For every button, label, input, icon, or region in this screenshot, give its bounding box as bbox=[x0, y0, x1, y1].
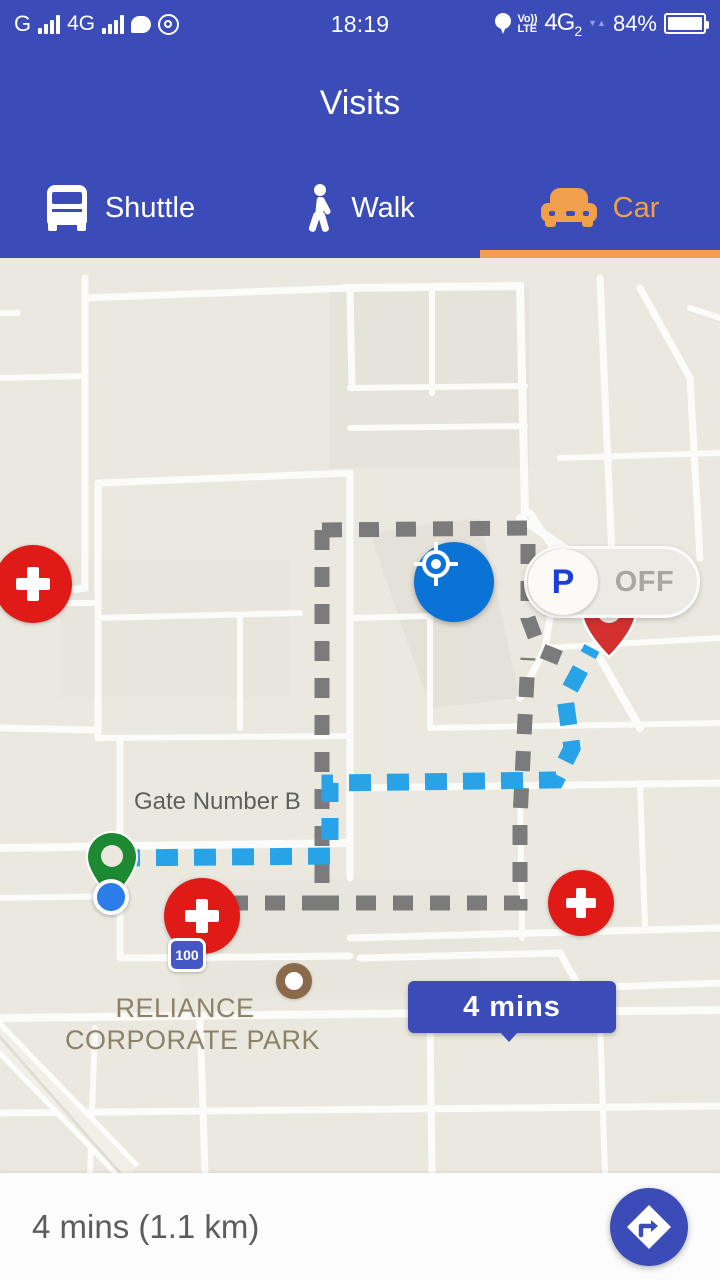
tab-shuttle[interactable]: Shuttle bbox=[0, 158, 240, 258]
battery-percent-label: 84% bbox=[612, 10, 657, 36]
carrier-letter: G bbox=[14, 11, 32, 36]
tab-walk-label: Walk bbox=[351, 191, 415, 224]
status-bar-left: G 4G bbox=[14, 11, 180, 37]
status-bar-right: Vo)) LTE 4G2 ▼▲ 84% bbox=[494, 9, 709, 39]
tab-car-label: Car bbox=[612, 191, 660, 224]
poi-circle-marker[interactable] bbox=[276, 963, 312, 999]
signal-bars-icon-2 bbox=[102, 14, 125, 34]
page-title: Visits bbox=[319, 83, 401, 122]
sim-network-label: 4G2 bbox=[544, 9, 582, 39]
data-transfer-icon: ▼▲ bbox=[588, 18, 606, 29]
bus-icon bbox=[45, 185, 89, 231]
battery-icon bbox=[664, 13, 709, 35]
chat-bubble-icon bbox=[131, 15, 152, 33]
my-location-icon bbox=[414, 542, 458, 586]
tab-walk[interactable]: Walk bbox=[240, 158, 480, 258]
chrome-icon bbox=[158, 13, 180, 35]
volte-icon: Vo)) LTE bbox=[517, 13, 538, 35]
map-view[interactable]: Gate Number B RELIANCE CORPORATE PARK Re… bbox=[0, 258, 720, 1173]
volte-bottom: LTE bbox=[517, 22, 538, 35]
highway-shield-label: 100 bbox=[175, 947, 199, 963]
network-type-label: 4G bbox=[67, 12, 96, 35]
cross-icon bbox=[566, 888, 596, 918]
route-eta-badge: 4 mins bbox=[408, 981, 616, 1042]
app-bar: Visits Shuttle Walk Car bbox=[0, 48, 720, 258]
tab-bar: Shuttle Walk Car bbox=[0, 158, 720, 258]
parking-toggle[interactable]: P OFF bbox=[524, 546, 700, 618]
route-summary-text: 4 mins (1.1 km) bbox=[32, 1207, 260, 1245]
location-pin-icon bbox=[494, 12, 511, 35]
my-location-button[interactable] bbox=[414, 542, 494, 622]
signal-bars-icon bbox=[38, 14, 61, 34]
parking-toggle-state: OFF bbox=[614, 565, 675, 598]
active-tab-indicator bbox=[480, 250, 720, 258]
user-location-dot bbox=[93, 879, 129, 915]
status-bar: G 4G 18:19 Vo)) LTE 4G2 ▼▲ 84% bbox=[0, 0, 720, 48]
pedestrian-icon bbox=[305, 184, 335, 233]
tab-shuttle-label: Shuttle bbox=[104, 191, 196, 224]
highway-shield-marker: 100 bbox=[168, 938, 206, 972]
tab-car[interactable]: Car bbox=[480, 158, 720, 258]
map-vector-layer bbox=[0, 274, 720, 1173]
car-icon bbox=[540, 188, 597, 228]
app-root: G 4G 18:19 Vo)) LTE 4G2 ▼▲ 84% Visits Sh… bbox=[0, 0, 720, 1280]
turn-right-navigation-icon bbox=[627, 1204, 671, 1249]
cross-icon bbox=[185, 899, 219, 933]
cross-icon bbox=[16, 567, 50, 601]
parking-toggle-thumb: P bbox=[528, 549, 598, 615]
bottom-bar: 4 mins (1.1 km) bbox=[0, 1173, 720, 1280]
medical-marker-right[interactable] bbox=[548, 870, 614, 936]
start-navigation-button[interactable] bbox=[610, 1187, 688, 1266]
